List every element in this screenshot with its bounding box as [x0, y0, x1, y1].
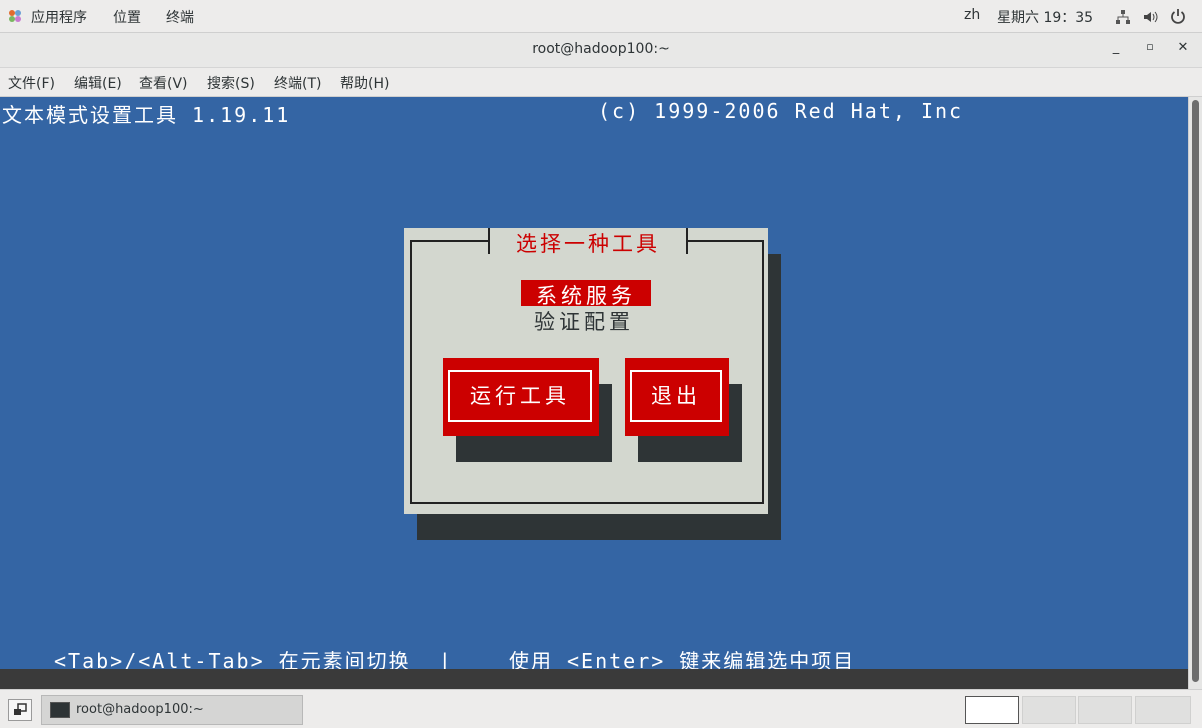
- dialog-title: 选择一种工具: [516, 232, 660, 256]
- window-titlebar[interactable]: root@hadoop100:~ _ ▫ ✕: [0, 33, 1202, 68]
- terminal-app-menu[interactable]: 终端: [166, 7, 194, 27]
- option-system-services[interactable]: 系统服务: [521, 280, 651, 308]
- top-panel: 应用程序 位置 终端 zh 星期六 19：35: [0, 0, 1202, 33]
- workspace-4[interactable]: [1135, 696, 1191, 724]
- option-auth-config[interactable]: 验证配置: [534, 306, 634, 336]
- menu-help[interactable]: 帮助(H): [340, 73, 389, 93]
- run-tool-button[interactable]: 运行工具: [443, 358, 599, 436]
- quit-button[interactable]: 退出: [625, 358, 729, 436]
- clock[interactable]: 星期六 19：35: [997, 7, 1093, 27]
- tui-header-left: 文本模式设置工具 1.19.11: [2, 103, 291, 127]
- taskbar-terminal-window[interactable]: root@hadoop100:~: [41, 695, 303, 725]
- taskbar-item-label: root@hadoop100:~: [76, 702, 204, 717]
- show-desktop-button[interactable]: [8, 699, 32, 721]
- minimize-button[interactable]: _: [1107, 40, 1125, 58]
- quit-label: 退出: [630, 370, 722, 422]
- places-menu[interactable]: 位置: [113, 7, 141, 27]
- terminal-icon: [50, 702, 70, 718]
- bottom-taskbar: root@hadoop100:~: [0, 689, 1202, 728]
- menu-view[interactable]: 查看(V): [139, 73, 188, 93]
- dialog-title-box: 选择一种工具: [488, 228, 688, 256]
- maximize-button[interactable]: ▫: [1141, 40, 1159, 58]
- power-icon[interactable]: [1170, 8, 1186, 24]
- terminal-bottom-strip: [0, 669, 1188, 689]
- applications-menu[interactable]: 应用程序: [31, 7, 87, 27]
- menu-terminal[interactable]: 终端(T): [274, 73, 321, 93]
- menu-search[interactable]: 搜索(S): [207, 73, 255, 93]
- window-title: root@hadoop100:~: [532, 41, 670, 57]
- input-language[interactable]: zh: [964, 7, 980, 23]
- workspace-2[interactable]: [1022, 696, 1076, 724]
- volume-icon[interactable]: [1142, 9, 1158, 25]
- workspace-3[interactable]: [1078, 696, 1132, 724]
- show-desktop-icon: [14, 703, 27, 715]
- tui-header-right: (c) 1999-2006 Red Hat, Inc: [598, 99, 964, 123]
- scrollbar-thumb[interactable]: [1192, 100, 1199, 682]
- network-icon[interactable]: [1115, 9, 1131, 25]
- menubar: 文件(F) 编辑(E) 查看(V) 搜索(S) 终端(T) 帮助(H): [0, 68, 1202, 97]
- terminal-scrollbar[interactable]: [1188, 97, 1202, 689]
- close-button[interactable]: ✕: [1174, 40, 1192, 58]
- run-tool-label: 运行工具: [448, 370, 592, 422]
- tool-select-dialog: 选择一种工具 系统服务 验证配置 运行工具 退出: [404, 228, 768, 514]
- workspace-1[interactable]: [965, 696, 1019, 724]
- menu-edit[interactable]: 编辑(E): [74, 73, 122, 93]
- menu-file[interactable]: 文件(F): [8, 73, 55, 93]
- apps-menu-icon[interactable]: [8, 9, 22, 23]
